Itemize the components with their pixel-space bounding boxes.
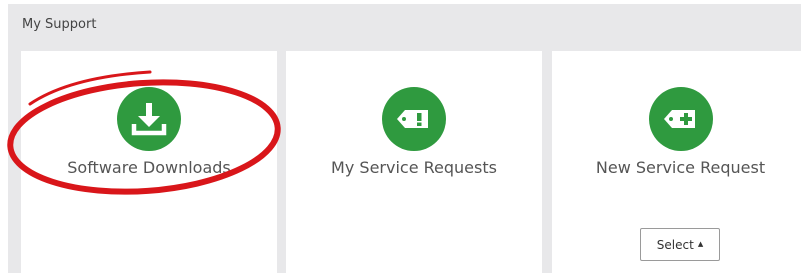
my-service-requests-label: My Service Requests: [331, 158, 497, 177]
panel-title: My Support: [22, 17, 97, 32]
ticket-add-icon: [648, 87, 713, 151]
download-icon: [117, 87, 181, 151]
my-support-panel: My Support Software Downloads My Service…: [8, 4, 801, 273]
ticket-alert-icon: [382, 87, 446, 151]
new-service-request-tile[interactable]: New Service Request Select ▲: [552, 51, 801, 273]
caret-up-icon: ▲: [697, 239, 704, 248]
select-button[interactable]: Select ▲: [640, 228, 720, 261]
select-button-label: Select: [656, 237, 694, 252]
new-service-request-label: New Service Request: [595, 158, 766, 177]
my-service-requests-tile[interactable]: My Service Requests: [286, 51, 542, 273]
software-downloads-label: Software Downloads: [67, 158, 231, 177]
software-downloads-tile[interactable]: Software Downloads: [21, 51, 277, 273]
